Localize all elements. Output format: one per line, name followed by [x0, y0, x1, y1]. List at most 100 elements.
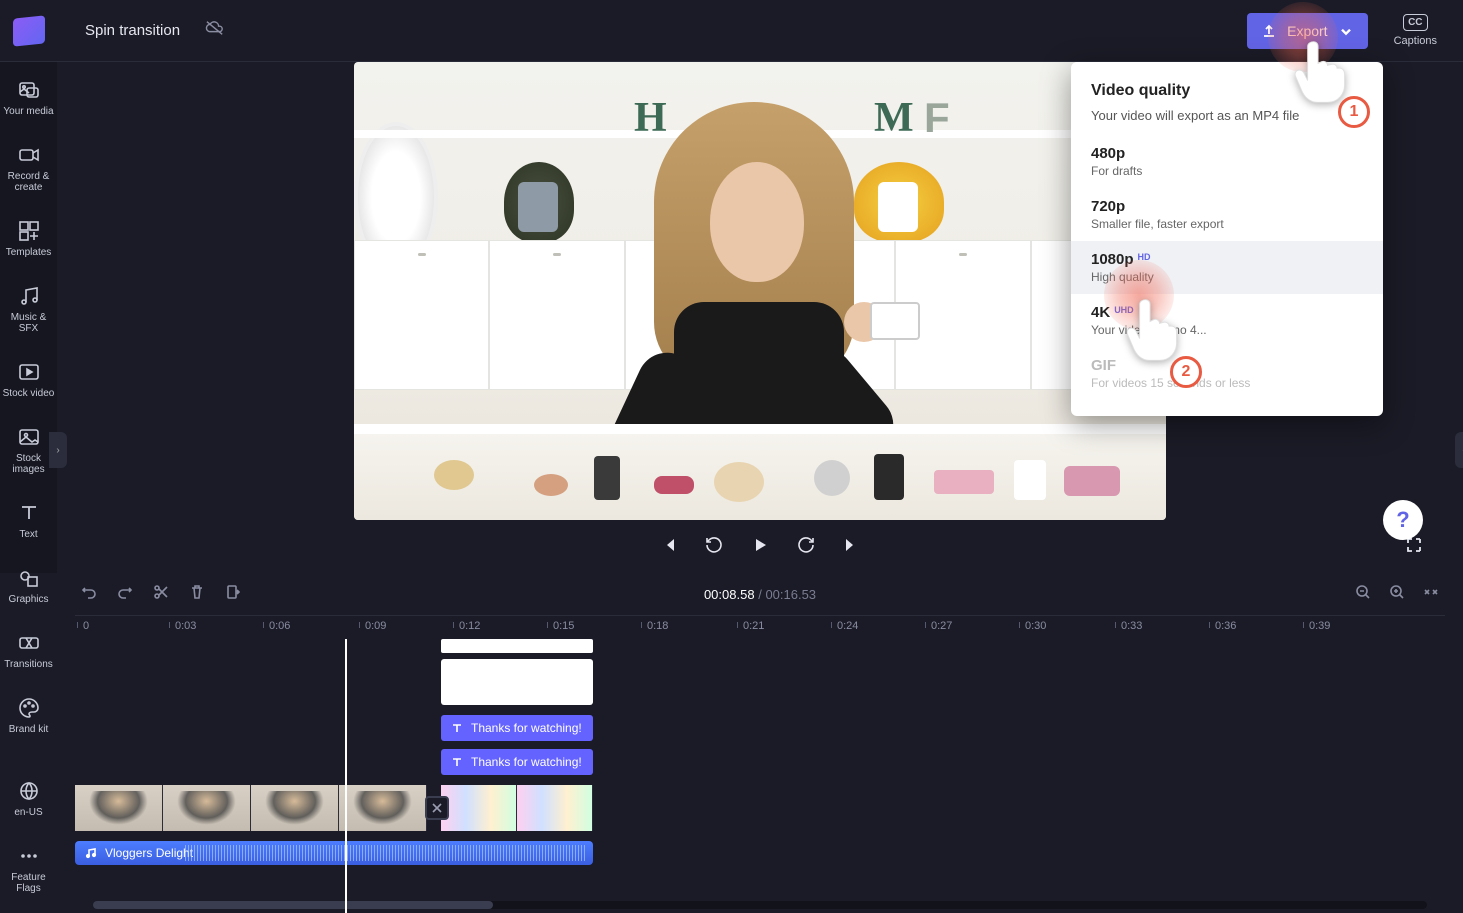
overlay-clip[interactable] [441, 639, 593, 653]
undo-button[interactable] [81, 584, 97, 605]
zoom-out-button[interactable] [1355, 584, 1371, 605]
cloud-offline-icon [204, 19, 226, 42]
ruler-tick: 0:03 [175, 620, 196, 632]
transitions-icon [17, 631, 41, 655]
sidebar-item-brand-kit[interactable]: Brand kit [0, 692, 57, 739]
text-clip-label: Thanks for watching! [471, 755, 582, 769]
transition-badge[interactable] [425, 796, 449, 820]
ruler-tick: 0:36 [1215, 620, 1236, 632]
play-button[interactable] [750, 535, 770, 555]
ruler-tick: 0:06 [269, 620, 290, 632]
quality-option-gif[interactable]: GIF For videos 15 seconds or less [1071, 347, 1383, 400]
ruler-tick: 0:18 [647, 620, 668, 632]
palette-icon [17, 696, 41, 720]
right-panel-handle[interactable]: ‹ [1455, 432, 1463, 468]
sidebar-item-label: Brand kit [9, 724, 48, 735]
timeline-pane: 00:08.58 / 00:16.53 0 0:03 0:06 0:09 0:1… [57, 573, 1463, 913]
sidebar-item-music-sfx[interactable]: Music & SFX [0, 280, 57, 338]
timeline-ruler[interactable]: 0 0:03 0:06 0:09 0:12 0:15 0:18 0:21 0:2… [75, 615, 1445, 639]
timeline-tracks[interactable]: Thanks for watching! Thanks for watching… [75, 639, 1445, 913]
zoom-in-button[interactable] [1389, 584, 1405, 605]
sidebar-item-templates[interactable]: Templates [0, 215, 57, 262]
video-clip-main[interactable] [75, 785, 427, 831]
ruler-tick: 0:12 [459, 620, 480, 632]
quality-option-720p[interactable]: 720p Smaller file, faster export [1071, 188, 1383, 241]
skip-end-button[interactable] [842, 536, 860, 554]
ruler-tick: 0:21 [743, 620, 764, 632]
top-bar: Spin transition Export CC Captions [0, 0, 1463, 62]
quality-option-1080p[interactable]: 1080pHD High quality [1071, 241, 1383, 294]
ruler-tick: 0:24 [837, 620, 858, 632]
timeline-timecode: 00:08.58 / 00:16.53 [704, 587, 816, 602]
sidebar-item-label: Music & SFX [2, 312, 55, 334]
current-time: 00:08.58 [704, 587, 755, 602]
overlay-clip-2[interactable] [441, 659, 593, 705]
sidebar-item-label: Text [19, 529, 37, 540]
sidebar-item-transitions[interactable]: Transitions [0, 627, 57, 674]
sidebar-item-label: Graphics [8, 594, 48, 605]
media-icon [17, 78, 41, 102]
export-clip-button[interactable] [225, 584, 241, 605]
sidebar-item-stock-video[interactable]: Stock video [0, 356, 57, 403]
sidebar-item-label: Feature Flags [2, 872, 55, 894]
export-label: Export [1287, 23, 1327, 39]
redo-button[interactable] [117, 584, 133, 605]
sidebar-item-label: Transitions [4, 659, 53, 670]
popover-subtitle: Your video will export as an MP4 file [1091, 108, 1363, 123]
ruler-tick: 0:09 [365, 620, 386, 632]
quality-title: 480p [1091, 145, 1125, 162]
quality-title: 1080p [1091, 251, 1134, 268]
quality-option-480p[interactable]: 480p For drafts [1071, 135, 1383, 188]
dots-icon [17, 844, 41, 868]
captions-button[interactable]: CC Captions [1388, 12, 1443, 49]
project-title[interactable]: Spin transition [85, 22, 180, 39]
skip-start-button[interactable] [660, 536, 678, 554]
music-note-icon [85, 847, 97, 859]
annotation-number-2: 2 [1170, 356, 1202, 388]
quality-badge: UHD [1114, 305, 1134, 315]
text-clip-label: Thanks for watching! [471, 721, 582, 735]
sidebar-item-graphics[interactable]: Graphics [0, 562, 57, 609]
audio-clip-label: Vloggers Delight [105, 846, 193, 860]
video-clip-outro[interactable] [441, 785, 593, 831]
quality-option-4k[interactable]: 4KUHD Your video has no 4... [1071, 294, 1383, 347]
time-sep: / [758, 587, 762, 602]
popover-title: Video quality [1091, 82, 1363, 100]
video-icon [17, 360, 41, 384]
quality-sub: High quality [1091, 270, 1363, 284]
music-icon [17, 284, 41, 308]
ruler-tick: 0:39 [1309, 620, 1330, 632]
sidebar-item-label: Stock video [3, 388, 55, 399]
app-logo[interactable] [0, 0, 57, 62]
delete-button[interactable] [189, 584, 205, 605]
forward-button[interactable] [796, 535, 816, 555]
text-clip-1[interactable]: Thanks for watching! [441, 715, 593, 741]
help-button[interactable]: ? [1383, 500, 1423, 540]
sidebar-item-label: Your media [3, 106, 53, 117]
upload-icon [1261, 23, 1277, 39]
sidebar-item-feature-flags[interactable]: Feature Flags [0, 840, 57, 898]
sidebar-item-record-create[interactable]: Record & create [0, 139, 57, 197]
sidebar-item-locale[interactable]: en-US [0, 775, 57, 822]
rewind-button[interactable] [704, 535, 724, 555]
text-icon [451, 722, 463, 734]
video-preview[interactable]: H M F [354, 62, 1166, 520]
quality-sub: For drafts [1091, 164, 1363, 178]
ruler-tick: 0:33 [1121, 620, 1142, 632]
quality-title: 720p [1091, 198, 1125, 215]
export-button[interactable]: Export [1247, 13, 1367, 49]
audio-clip[interactable]: Vloggers Delight [75, 841, 593, 865]
cc-icon: CC [1403, 14, 1427, 31]
split-button[interactable] [153, 584, 169, 605]
sidebar-item-label: Record & create [2, 171, 55, 193]
total-time: 00:16.53 [765, 587, 816, 602]
timeline-scrollbar-thumb[interactable] [93, 901, 493, 909]
ruler-tick: 0:30 [1025, 620, 1046, 632]
timeline-scrollbar[interactable] [93, 901, 1427, 909]
sidebar-item-your-media[interactable]: Your media [0, 74, 57, 121]
sidebar-item-text[interactable]: Text [0, 497, 57, 544]
text-clip-2[interactable]: Thanks for watching! [441, 749, 593, 775]
playhead[interactable] [345, 639, 347, 913]
captions-label: Captions [1394, 35, 1437, 47]
zoom-fit-button[interactable] [1423, 584, 1439, 605]
